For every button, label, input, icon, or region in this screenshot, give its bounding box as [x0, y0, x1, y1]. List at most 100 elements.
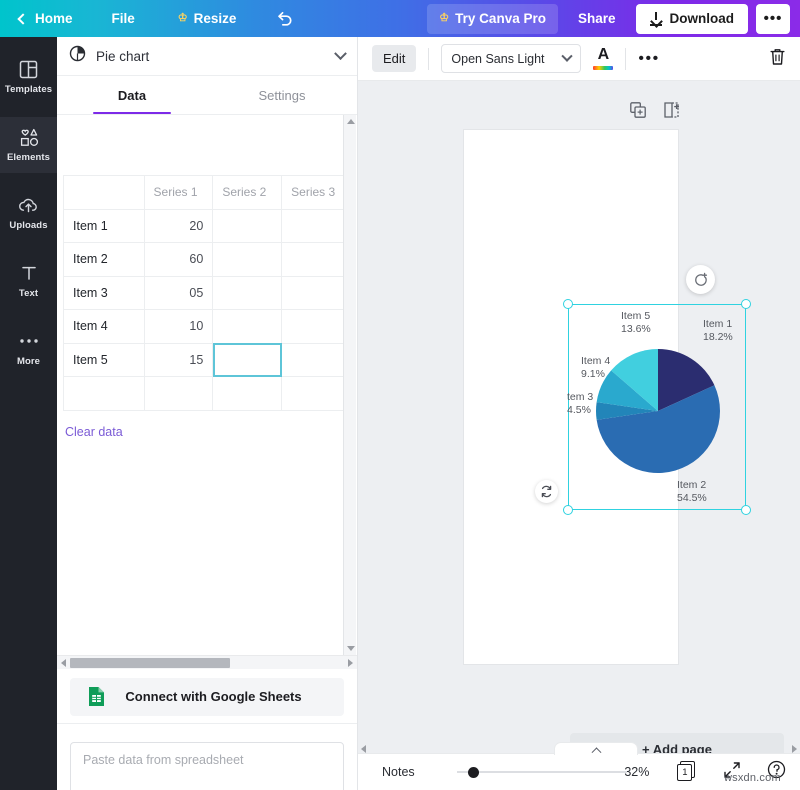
cell-series1[interactable]: 15 [143, 342, 214, 377]
templates-icon [19, 59, 38, 79]
help-circle-icon [767, 760, 786, 779]
cell-series3[interactable] [281, 376, 351, 411]
cell-series1[interactable]: 60 [143, 242, 214, 277]
column-header-series-3[interactable]: Series 3 [281, 175, 351, 210]
spreadsheet-scroll-area[interactable]: Series 1 Series 2 Series 3 Item 1 20 Ite… [63, 175, 351, 415]
fullscreen-button[interactable] [723, 761, 741, 784]
canvas-area[interactable]: Item 5 13.6% Item 1 18.2% Item 4 9.1% te… [358, 81, 800, 753]
cell-series2[interactable] [212, 275, 283, 310]
sidebar-item-uploads[interactable]: Uploads [0, 185, 57, 241]
duplicate-page-icon[interactable] [630, 102, 646, 123]
page-number-badge: 1 [677, 763, 693, 781]
element-toolbar: Edit Open Sans Light A ••• [358, 37, 800, 81]
delete-button[interactable] [769, 47, 786, 71]
cell-series1[interactable] [143, 376, 214, 411]
sidebar-item-elements[interactable]: Elements [0, 117, 57, 173]
paste-data-input[interactable]: Paste data from spreadsheet [70, 742, 344, 790]
scroll-up-button[interactable] [344, 115, 357, 128]
scroll-left-button[interactable] [57, 656, 70, 669]
notes-button[interactable]: Notes [382, 765, 415, 779]
download-button[interactable]: Download [635, 3, 748, 34]
canva-editor-window: Home File ♔ Resize ♔ Try Canva Pro Share [0, 0, 800, 790]
paste-data-placeholder: Paste data from spreadsheet [83, 753, 244, 767]
panel-vertical-scrollbar[interactable] [343, 115, 356, 655]
sidebar-item-templates[interactable]: Templates [0, 49, 57, 105]
table-row: Item 5 15 [63, 342, 351, 377]
table-row: Item 1 20 [63, 208, 351, 243]
triangle-left-icon[interactable] [361, 745, 366, 753]
cell-series3[interactable] [281, 309, 351, 344]
pie-label-pct: 18.2% [703, 331, 733, 343]
left-rail: Templates Elements Uploads Text More [0, 37, 57, 790]
more-dots-icon: ••• [763, 10, 783, 27]
font-family-value: Open Sans Light [451, 51, 545, 66]
undo-button[interactable] [267, 5, 302, 33]
row-label-cell[interactable]: Item 4 [63, 309, 145, 344]
cell-series3[interactable] [281, 242, 351, 277]
rotate-handle[interactable] [686, 265, 715, 294]
scroll-down-button[interactable] [344, 642, 357, 655]
row-label-cell[interactable]: Item 5 [63, 342, 145, 377]
share-button[interactable]: Share [566, 4, 628, 34]
cell-series1[interactable]: 10 [143, 309, 214, 344]
help-button[interactable] [767, 760, 786, 784]
try-canva-pro-button[interactable]: ♔ Try Canva Pro [427, 3, 558, 34]
row-label-cell[interactable] [63, 376, 145, 411]
refresh-chart-handle[interactable] [535, 480, 558, 503]
cell-series2[interactable] [212, 242, 283, 277]
data-table[interactable]: Series 1 Series 2 Series 3 Item 1 20 Ite… [63, 175, 351, 411]
column-header-series-1[interactable]: Series 1 [143, 175, 214, 210]
pie-label-item-1: Item 1 18.2% [703, 318, 733, 344]
panel-horizontal-scrollbar[interactable] [57, 655, 357, 669]
cell-series1[interactable]: 05 [143, 275, 214, 310]
clear-data-link[interactable]: Clear data [65, 425, 123, 439]
file-menu-button[interactable]: File [103, 5, 144, 33]
tab-label: Settings [258, 87, 306, 103]
top-bar-more-button[interactable]: ••• [756, 3, 790, 34]
scroll-right-button[interactable] [344, 656, 357, 669]
text-color-button[interactable]: A [593, 46, 614, 71]
toolbar-more-button[interactable]: ••• [638, 50, 659, 67]
cell-series3[interactable] [281, 208, 351, 243]
row-label-cell[interactable]: Item 1 [63, 208, 145, 243]
sidebar-item-more[interactable]: More [0, 321, 57, 377]
cell-series2[interactable] [212, 208, 283, 243]
notes-collapse-tab[interactable] [554, 742, 638, 757]
cell-series2[interactable] [212, 309, 283, 344]
design-page[interactable]: Item 5 13.6% Item 1 18.2% Item 4 9.1% te… [464, 130, 784, 753]
triangle-right-icon[interactable] [792, 745, 797, 753]
chart-selection-box[interactable]: Item 5 13.6% Item 1 18.2% Item 4 9.1% te… [563, 299, 751, 515]
column-header-blank[interactable] [63, 175, 145, 210]
tab-settings[interactable]: Settings [207, 76, 357, 114]
edit-button[interactable]: Edit [372, 45, 417, 72]
resize-button[interactable]: ♔ Resize [169, 5, 246, 33]
cell-series3[interactable] [281, 275, 351, 310]
sidebar-item-text[interactable]: Text [0, 253, 57, 309]
connect-google-sheets-button[interactable]: Connect with Google Sheets [70, 677, 344, 716]
cell-series2-selected[interactable] [212, 342, 283, 377]
page-count-button[interactable]: 1 [677, 760, 696, 782]
home-label: Home [35, 11, 73, 26]
pie-label-pct: 13.6% [621, 323, 651, 335]
zoom-slider-knob[interactable] [467, 767, 479, 778]
cell-series1[interactable]: 20 [143, 208, 214, 243]
zoom-slider[interactable] [456, 765, 627, 779]
row-label-cell[interactable]: Item 2 [63, 242, 145, 277]
toolbar-divider [625, 47, 627, 70]
font-family-select[interactable]: Open Sans Light [441, 44, 582, 73]
pie-label-name: Item 4 [581, 355, 611, 367]
row-label-cell[interactable]: Item 3 [63, 275, 145, 310]
pie-label-pct: 4.5% [567, 404, 591, 416]
horizontal-scroll-thumb[interactable] [70, 658, 230, 668]
pie-chart-element[interactable]: Item 5 13.6% Item 1 18.2% Item 4 9.1% te… [567, 305, 745, 509]
resize-label: Resize [193, 11, 237, 26]
chevron-down-icon [561, 50, 574, 62]
cell-series2[interactable] [212, 376, 283, 411]
column-header-series-2[interactable]: Series 2 [212, 175, 283, 210]
chevron-down-icon[interactable] [334, 46, 347, 60]
tab-data[interactable]: Data [57, 76, 207, 114]
add-page-icon[interactable] [664, 102, 680, 123]
triangle-down-icon [346, 646, 355, 651]
cell-series3[interactable] [281, 342, 351, 377]
back-button[interactable]: Home [10, 5, 75, 33]
